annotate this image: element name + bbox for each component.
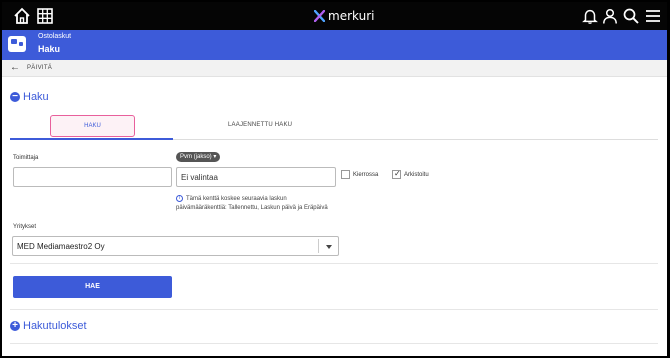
top-navbar: merkuri: [2, 2, 667, 30]
action-bar: ← PÄIVITÄ: [2, 60, 667, 77]
companies-label: Yritykset: [13, 224, 37, 230]
date-range-dropdown[interactable]: Pvm (jakso) ▾: [176, 152, 221, 162]
tab-laajennettu-haku[interactable]: LAAJENNETTU HAKU: [228, 122, 292, 128]
app-frame: merkuri Ostolaskut Haku ← PÄIVITÄ − Haku: [2, 2, 667, 356]
search-tabs: HAKU LAAJENNETTU HAKU: [10, 114, 658, 140]
search-icon[interactable]: [622, 7, 640, 25]
purchase-invoices-app-icon: [8, 36, 26, 52]
search-section-header[interactable]: − Haku: [10, 91, 49, 103]
date-range-label: Pvm (jakso): [180, 154, 212, 160]
merkuri-logo-icon: [314, 10, 325, 22]
brand-name: merkuri: [328, 9, 375, 23]
circulating-checkbox[interactable]: [341, 170, 350, 179]
dropdown-caret-icon[interactable]: [326, 245, 332, 249]
search-section-title: Haku: [23, 91, 49, 103]
circulating-label: Kierrossa: [353, 172, 379, 178]
refresh-button[interactable]: PÄIVITÄ: [27, 65, 52, 71]
active-tab-indicator: [10, 138, 173, 140]
divider: [10, 309, 658, 310]
chevron-down-icon: ▾: [213, 154, 217, 160]
search-button[interactable]: HAE: [13, 276, 172, 298]
date-value: Ei valintaa: [181, 173, 218, 182]
menu-icon[interactable]: [644, 7, 662, 25]
archived-label: Arkistoitu: [404, 172, 429, 178]
archived-checkbox[interactable]: ✓: [392, 169, 401, 179]
breadcrumb[interactable]: Ostolaskut: [38, 33, 71, 40]
checkmark-icon: ✓: [394, 169, 401, 178]
tab-haku[interactable]: HAKU: [50, 115, 135, 137]
results-section-title: Hakutulokset: [23, 320, 87, 332]
divider: [10, 263, 658, 264]
home-icon[interactable]: [13, 7, 31, 25]
back-arrow-icon[interactable]: ←: [10, 62, 20, 74]
divider: [10, 343, 658, 344]
page-title: Haku: [38, 44, 61, 54]
date-field-info-text: Tämä kenttä koskee seuraavia laskun päiv…: [176, 196, 328, 211]
select-divider: [318, 239, 319, 253]
brand-logo: merkuri: [314, 8, 374, 24]
bell-icon[interactable]: [581, 7, 599, 25]
expand-plus-icon[interactable]: +: [10, 321, 20, 331]
results-section-header[interactable]: + Hakutulokset: [10, 320, 87, 332]
page-header: Ostolaskut Haku: [2, 30, 667, 60]
date-input[interactable]: Ei valintaa: [176, 167, 336, 187]
supplier-label: Toimittaja: [13, 155, 39, 161]
user-icon[interactable]: [601, 7, 619, 25]
grid-icon[interactable]: [36, 7, 54, 25]
supplier-input[interactable]: [13, 167, 172, 187]
collapse-minus-icon[interactable]: −: [10, 92, 20, 102]
company-selected-value: MED Mediamaestro2 Oy: [17, 242, 105, 251]
company-select[interactable]: MED Mediamaestro2 Oy: [12, 236, 339, 256]
